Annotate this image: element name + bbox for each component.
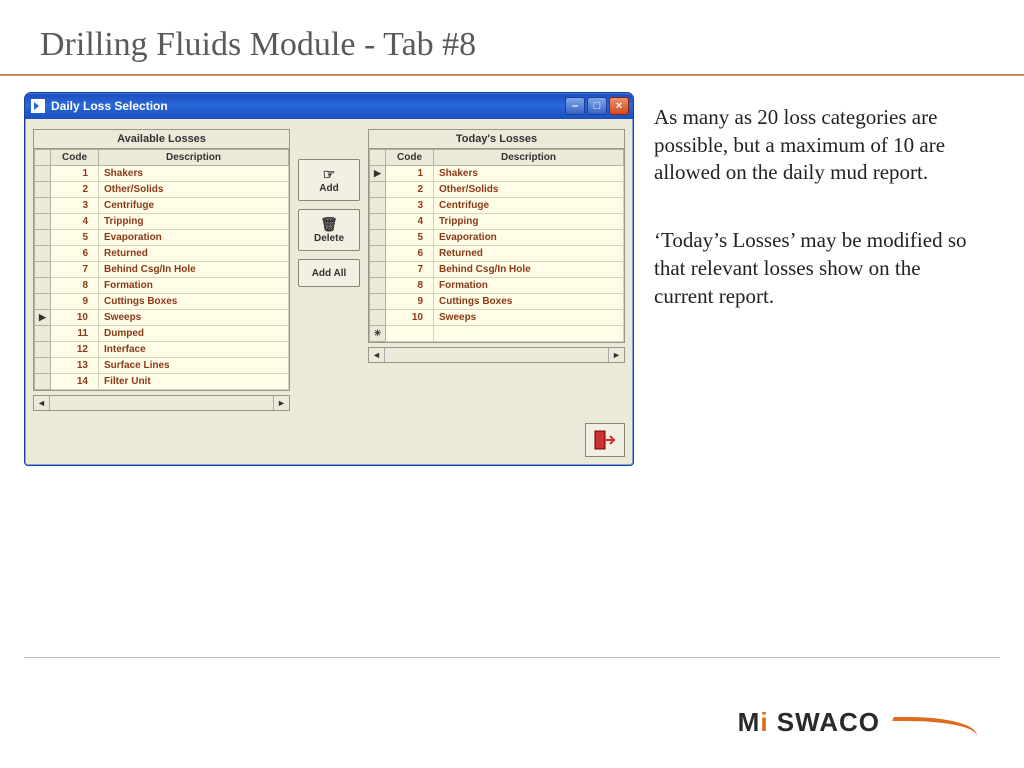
table-row[interactable]: 6Returned — [370, 246, 624, 262]
close-button[interactable]: × — [609, 97, 629, 115]
table-row[interactable]: 7Behind Csg/In Hole — [370, 262, 624, 278]
scroll-left-icon[interactable]: ◄ — [369, 348, 385, 362]
available-header-code[interactable]: Code — [51, 150, 99, 166]
table-row[interactable]: 2Other/Solids — [370, 182, 624, 198]
exit-door-icon — [593, 428, 617, 452]
slide-title: Drilling Fluids Module - Tab #8 — [0, 0, 1024, 74]
available-panel-title: Available Losses — [33, 129, 290, 149]
table-row[interactable]: 10Sweeps — [370, 310, 624, 326]
logo-swoosh-icon — [890, 711, 980, 735]
paragraph-1: As many as 20 loss categories are possib… — [654, 104, 970, 187]
title-divider — [0, 74, 1024, 76]
table-row[interactable]: 6Returned — [35, 246, 289, 262]
hand-point-icon: ☞ — [323, 167, 336, 181]
scroll-right-icon[interactable]: ► — [608, 348, 624, 362]
description-text: As many as 20 loss categories are possib… — [636, 92, 1000, 466]
table-new-row[interactable] — [370, 326, 624, 342]
table-row[interactable]: 10Sweeps — [35, 310, 289, 326]
table-row[interactable]: 1Shakers — [370, 166, 624, 182]
todays-losses-panel: Today's Losses Code Description 1Shakers… — [368, 129, 625, 411]
available-scrollbar[interactable]: ◄ ► — [33, 395, 290, 411]
today-panel-title: Today's Losses — [368, 129, 625, 149]
table-row[interactable]: 8Formation — [35, 278, 289, 294]
app-icon — [31, 99, 45, 113]
daily-loss-window: Daily Loss Selection – □ × Available Los… — [24, 92, 634, 466]
logo-m: M — [738, 707, 761, 737]
scroll-left-icon[interactable]: ◄ — [34, 396, 50, 410]
maximize-button[interactable]: □ — [587, 97, 607, 115]
table-row[interactable]: 4Tripping — [370, 214, 624, 230]
mi-swaco-logo: Mi SWACO — [738, 707, 980, 738]
table-row[interactable]: 13Surface Lines — [35, 358, 289, 374]
table-row[interactable]: 3Centrifuge — [370, 198, 624, 214]
table-row[interactable]: 9Cuttings Boxes — [35, 294, 289, 310]
scroll-right-icon[interactable]: ► — [273, 396, 289, 410]
logo-rest: SWACO — [769, 707, 880, 737]
window-titlebar[interactable]: Daily Loss Selection – □ × — [25, 93, 633, 119]
table-row[interactable]: 3Centrifuge — [35, 198, 289, 214]
table-row[interactable]: 5Evaporation — [35, 230, 289, 246]
add-all-button-label: Add All — [312, 268, 347, 279]
trash-icon: 🗑 — [320, 217, 338, 231]
available-losses-panel: Available Losses Code Description 1Shake… — [33, 129, 290, 411]
exit-button[interactable] — [585, 423, 625, 457]
table-row[interactable]: 1Shakers — [35, 166, 289, 182]
add-button-label: Add — [319, 183, 338, 194]
table-row[interactable]: 8Formation — [370, 278, 624, 294]
today-scrollbar[interactable]: ◄ ► — [368, 347, 625, 363]
delete-button[interactable]: 🗑 Delete — [298, 209, 360, 251]
today-grid[interactable]: Code Description 1Shakers2Other/Solids3C… — [368, 149, 625, 343]
add-button[interactable]: ☞ Add — [298, 159, 360, 201]
delete-button-label: Delete — [314, 233, 344, 244]
add-all-button[interactable]: Add All — [298, 259, 360, 287]
table-row[interactable]: 14Filter Unit — [35, 374, 289, 390]
table-row[interactable]: 2Other/Solids — [35, 182, 289, 198]
available-header-desc[interactable]: Description — [99, 150, 289, 166]
table-row[interactable]: 11Dumped — [35, 326, 289, 342]
paragraph-2: ‘Today’s Losses’ may be modified so that… — [654, 227, 970, 310]
table-row[interactable]: 5Evaporation — [370, 230, 624, 246]
today-header-code[interactable]: Code — [386, 150, 434, 166]
table-row[interactable]: 7Behind Csg/In Hole — [35, 262, 289, 278]
window-title: Daily Loss Selection — [51, 99, 565, 113]
logo-i: i — [760, 707, 768, 737]
table-row[interactable]: 4Tripping — [35, 214, 289, 230]
minimize-button[interactable]: – — [565, 97, 585, 115]
today-header-desc[interactable]: Description — [434, 150, 624, 166]
available-grid[interactable]: Code Description 1Shakers2Other/Solids3C… — [33, 149, 290, 391]
footer-divider — [24, 657, 1000, 658]
table-row[interactable]: 12Interface — [35, 342, 289, 358]
table-row[interactable]: 9Cuttings Boxes — [370, 294, 624, 310]
